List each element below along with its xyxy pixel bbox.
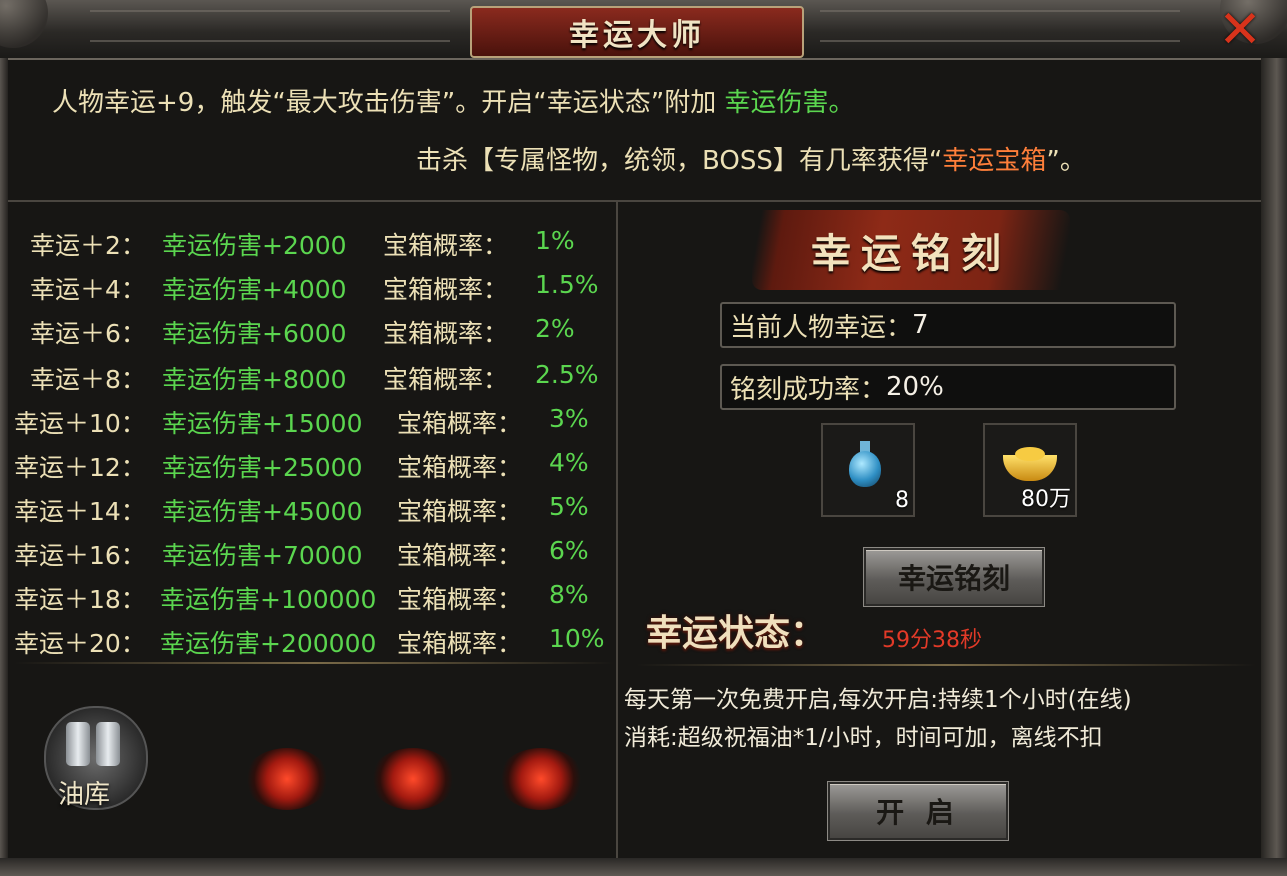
engrave-button[interactable]: 幸运铭刻 <box>863 547 1045 607</box>
success-rate-field: 铭刻成功率： 20% <box>720 364 1176 410</box>
intro-text: ”。 <box>1046 146 1086 176</box>
engrave-title-banner: 幸运铭刻 <box>752 210 1070 290</box>
window-bottom-frame <box>0 858 1287 876</box>
flame-emblem-icon <box>244 748 330 810</box>
intro-text: 人物幸运+9，触发“最大攻击伤害”。开启“幸运状态”附加 <box>52 88 717 118</box>
open-button-label: 开 启 <box>876 796 960 829</box>
window-left-frame <box>0 58 8 876</box>
engrave-button-label: 幸运铭刻 <box>897 562 1010 595</box>
divider <box>8 200 1261 202</box>
close-icon: ✕ <box>1218 0 1262 60</box>
gold-ingot-icon <box>1015 447 1045 461</box>
intro-text: 击杀【专属怪物，统领，BOSS】有几率获得“ <box>416 146 943 176</box>
divider <box>636 664 1256 666</box>
intro-line-2: 击杀【专属怪物，统领，BOSS】有几率获得“幸运宝箱”。 <box>416 140 1086 177</box>
luck-status-timer: 59分38秒 <box>882 628 982 653</box>
open-button[interactable]: 开 启 <box>827 781 1009 841</box>
window-right-frame <box>1261 58 1287 876</box>
luck-master-window: 幸运大师 ✕ 人物幸运+9，触发“最大攻击伤害”。开启“幸运状态”附加 幸运伤害… <box>0 0 1287 876</box>
window-title-plate: 幸运大师 <box>470 6 804 58</box>
oil-barrels-icon <box>96 722 120 766</box>
flame-emblem-icon <box>498 748 584 810</box>
current-luck-value: 7 <box>912 310 929 340</box>
success-rate-value: 20% <box>886 372 944 402</box>
luck-status-desc-1: 每天第一次免费开启,每次开启:持续1个小时(在线) <box>624 687 1132 713</box>
item-slot-gold[interactable]: 80万 <box>983 423 1077 517</box>
success-rate-label: 铭刻成功率： <box>730 374 887 405</box>
luck-status-label: 幸运状态： <box>646 612 827 654</box>
luck-status-desc-2: 消耗:超级祝福油*1/小时，时间可加，离线不扣 <box>624 725 1103 751</box>
close-button[interactable]: ✕ <box>1212 2 1268 58</box>
item-slot-potion[interactable]: 8 <box>821 423 915 517</box>
current-luck-label: 当前人物幸运： <box>730 312 913 343</box>
oil-barrels-icon <box>66 722 90 766</box>
window-title: 幸运大师 <box>569 18 705 53</box>
divider <box>14 662 614 664</box>
oil-depot-label: 油库 <box>58 780 111 810</box>
intro-highlight: 幸运宝箱 <box>942 146 1047 176</box>
engrave-title: 幸运铭刻 <box>811 230 1011 277</box>
intro-line-1: 人物幸运+9，触发“最大攻击伤害”。开启“幸运状态”附加 幸运伤害。 <box>52 82 855 119</box>
divider <box>616 202 618 858</box>
intro-highlight: 幸运伤害。 <box>724 88 855 118</box>
current-luck-field: 当前人物幸运： 7 <box>720 302 1176 348</box>
item-count: 80万 <box>1021 487 1071 512</box>
flame-emblem-icon <box>370 748 456 810</box>
blue-potion-icon <box>849 451 881 487</box>
item-count: 8 <box>895 488 909 513</box>
